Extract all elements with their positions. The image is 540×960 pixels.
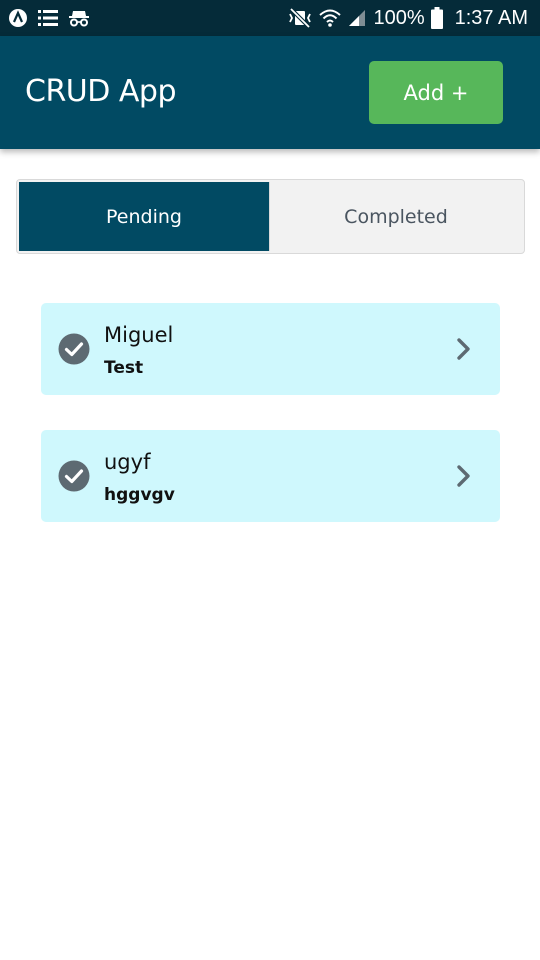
app-bar: CRUD App Add + [0, 36, 540, 149]
tab-completed[interactable]: Completed [269, 182, 522, 251]
task-subtitle: Test [104, 358, 144, 378]
check-circle-icon [58, 333, 90, 365]
task-title: Miguel [104, 323, 174, 347]
status-left-icons [8, 8, 90, 28]
task-item[interactable]: Miguel Test [41, 303, 500, 395]
signal-icon [347, 8, 367, 28]
task-title: ugyf [104, 450, 151, 474]
task-subtitle: hggvgv [104, 485, 175, 505]
check-circle-icon [58, 460, 90, 492]
chevron-right-icon [457, 338, 470, 360]
clock: 1:37 AM [454, 6, 528, 29]
status-right-icons: 100% 1:37 AM [287, 7, 528, 30]
status-bar: 100% 1:37 AM [0, 0, 540, 36]
add-button[interactable]: Add + [369, 61, 503, 124]
battery-percent: 100% [373, 6, 425, 29]
chevron-right-icon [457, 465, 470, 487]
segmented-tabs: Pending Completed [16, 179, 525, 254]
task-item[interactable]: ugyf hggvgv [41, 430, 500, 522]
list-icon [38, 9, 58, 27]
vibrate-mute-icon [287, 8, 313, 28]
incognito-icon [68, 9, 90, 27]
battery-icon [430, 7, 443, 29]
app-title: CRUD App [25, 74, 177, 109]
android-icon [8, 8, 28, 28]
tab-pending[interactable]: Pending [19, 182, 269, 251]
wifi-icon [319, 8, 342, 28]
